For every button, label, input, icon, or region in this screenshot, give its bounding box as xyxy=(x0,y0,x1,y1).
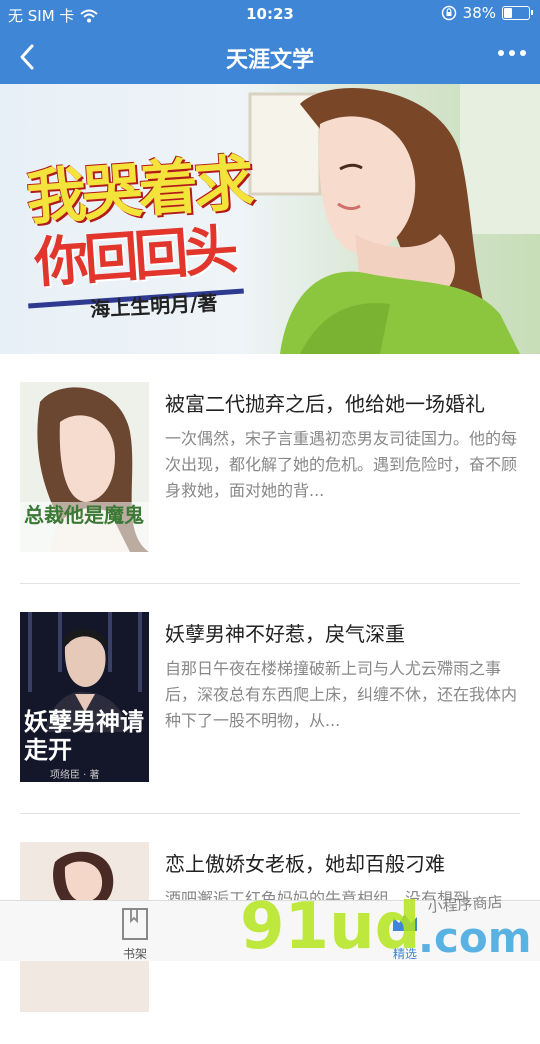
page-title: 天涯文学 xyxy=(225,48,314,73)
svg-text:91ud: 91ud xyxy=(240,890,420,960)
banner-title-line2: 你回回头 xyxy=(32,217,237,295)
bookshelf-icon xyxy=(122,908,148,940)
cover-title: 妖孽男神请走开 xyxy=(24,707,144,764)
svg-text:.com: .com xyxy=(418,913,531,960)
tab-label: 书架 xyxy=(122,947,147,961)
book-cover[interactable]: 妖孽男神请走开 项络臣 · 著 xyxy=(20,612,149,782)
book-title[interactable]: 恋上傲娇女老板，她却百般刁难 xyxy=(165,848,445,877)
rotation-lock-icon xyxy=(441,5,456,21)
nav-bar: 天涯文学 xyxy=(0,30,540,84)
more-dot-icon xyxy=(498,50,504,56)
book-title[interactable]: 妖孽男神不好惹，戾气深重 xyxy=(165,618,405,647)
book-description: 一次偶然，宋子言重遇初恋男友司徒国力。他的每次出现，都化解了她的危机。遇到危险时… xyxy=(165,429,518,500)
battery-icon xyxy=(502,6,533,20)
battery-fill xyxy=(504,8,513,18)
battery-percent: 38% xyxy=(462,4,496,22)
tab-bookshelf[interactable]: 书架 xyxy=(85,901,185,961)
book-title[interactable]: 被富二代抛弃之后，他给她一场婚礼 xyxy=(165,388,485,417)
book-cover[interactable]: 总裁他是魔鬼 xyxy=(20,382,149,552)
banner-carousel[interactable]: 我哭着求 你回回头 海上生明月/著 xyxy=(0,84,540,354)
watermark-logo: 91ud .com 小程序商店 xyxy=(240,890,531,964)
more-button[interactable] xyxy=(498,50,526,56)
watermark: 91ud .com 小程序商店 xyxy=(240,886,540,964)
status-bar: 无 SIM 卡 10:23 38% xyxy=(0,0,540,30)
more-dot-icon xyxy=(520,50,526,56)
book-item[interactable]: 妖孽男神请走开 项络臣 · 著 妖孽男神不好惹，戾气深重 自那日午夜在楼梯撞破新… xyxy=(0,584,540,814)
cover-author: 项络臣 · 著 xyxy=(50,770,100,781)
more-dot-icon xyxy=(509,50,515,56)
book-description: 自那日午夜在楼梯撞破新上司与人尤云殢雨之事后，深夜总有东西爬上床，纠缠不休，还在… xyxy=(165,659,518,730)
cover-title: 总裁他是魔鬼 xyxy=(24,503,144,527)
book-item[interactable]: 总裁他是魔鬼 被富二代抛弃之后，他给她一场婚礼 一次偶然，宋子言重遇初恋男友司徒… xyxy=(0,354,540,584)
status-right: 38% xyxy=(441,4,533,22)
